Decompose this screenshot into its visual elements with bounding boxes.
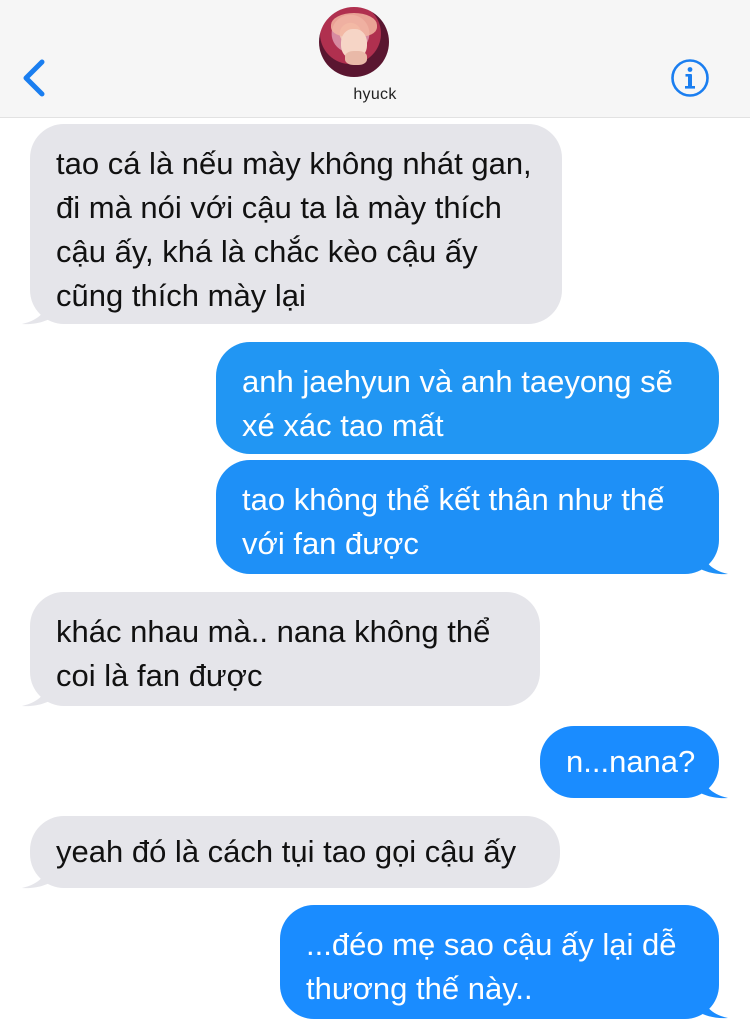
message-bubble-received[interactable]: yeah đó là cách tụi tao gọi cậu ấy xyxy=(30,816,560,888)
message-bubble-received[interactable]: tao cá là nếu mày không nhát gan, đi mà … xyxy=(30,124,562,324)
message-bubble-sent[interactable]: anh jaehyun và anh taeyong sẽ xé xác tao… xyxy=(216,342,719,454)
message-text: n...nana? xyxy=(566,744,696,779)
message-text: tao cá là nếu mày không nhát gan, đi mà … xyxy=(56,146,532,313)
conversation-header: hyuck xyxy=(0,0,750,118)
message-bubble-received[interactable]: khác nhau mà.. nana không thể coi là fan… xyxy=(30,592,540,706)
info-button[interactable] xyxy=(670,58,710,98)
message-text: yeah đó là cách tụi tao gọi cậu ấy xyxy=(56,834,517,869)
avatar[interactable] xyxy=(319,7,389,77)
message-bubble-sent[interactable]: n...nana? xyxy=(540,726,719,798)
contact-name[interactable]: hyuck xyxy=(0,86,750,104)
message-bubble-sent[interactable]: ...đéo mẹ sao cậu ấy lại dễ thương thế n… xyxy=(280,905,719,1019)
message-text: ...đéo mẹ sao cậu ấy lại dễ thương thế n… xyxy=(306,927,677,1006)
info-icon xyxy=(671,59,709,97)
message-text: khác nhau mà.. nana không thể coi là fan… xyxy=(56,614,491,693)
message-text: anh jaehyun và anh taeyong sẽ xé xác tao… xyxy=(242,364,673,443)
message-bubble-sent[interactable]: tao không thể kết thân như thế với fan đ… xyxy=(216,460,719,574)
message-text: tao không thể kết thân như thế với fan đ… xyxy=(242,482,665,561)
